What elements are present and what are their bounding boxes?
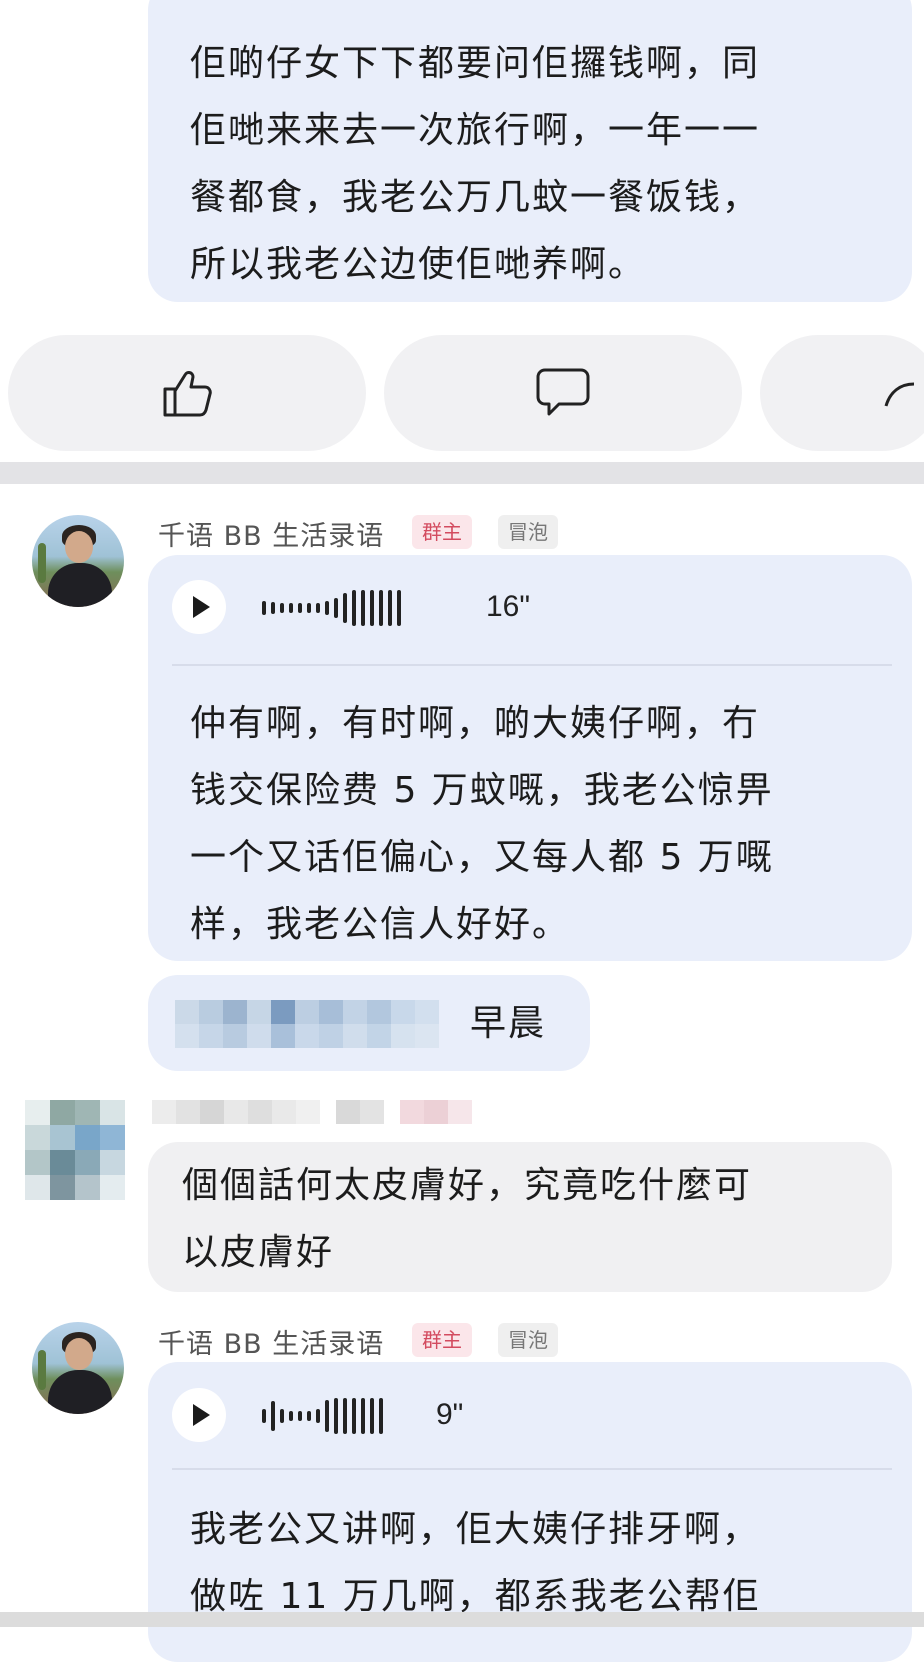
- comment-icon: [536, 368, 590, 416]
- transcript-text: 仲有啊，有时啊，啲大姨仔啊，冇 钱交保险费 5 万蚊嘅，我老公惊畀 一个又话佢偏…: [190, 703, 774, 945]
- play-icon[interactable]: [172, 1388, 226, 1442]
- voice-divider: [172, 664, 892, 666]
- thumbs-up-icon: [163, 371, 212, 417]
- section-separator: [0, 462, 924, 484]
- like-button[interactable]: [8, 335, 366, 451]
- voice-duration: 16": [486, 590, 531, 623]
- voice-waveform: [262, 1396, 383, 1436]
- comment-button[interactable]: [384, 335, 742, 451]
- bubble-badge: 冒泡: [498, 515, 558, 549]
- voice-waveform: [262, 588, 401, 628]
- owner-badge: 群主: [412, 515, 472, 549]
- owner-badge: 群主: [412, 1323, 472, 1357]
- blurred-sender-name: [152, 1100, 472, 1124]
- bottom-edge: [0, 1612, 924, 1627]
- message-text: 個個話何太皮膚好，究竟吃什麼可 以皮膚好: [182, 1165, 753, 1273]
- share-icon: [884, 382, 915, 407]
- voice-divider: [172, 1468, 892, 1470]
- reply-text: 早晨: [470, 1003, 547, 1044]
- blurred-content: [175, 1000, 439, 1024]
- bubble-badge: 冒泡: [498, 1323, 558, 1357]
- sender-name[interactable]: 千语 BB 生活录语: [158, 514, 384, 553]
- avatar[interactable]: [32, 515, 124, 607]
- blurred-content: [175, 1024, 439, 1048]
- avatar[interactable]: [32, 1322, 124, 1414]
- share-button[interactable]: [760, 335, 924, 451]
- play-icon[interactable]: [172, 580, 226, 634]
- voice-duration: 9": [436, 1398, 464, 1431]
- sender-name[interactable]: 千语 BB 生活录语: [158, 1322, 384, 1361]
- message-text: 佢啲仔女下下都要问佢攞钱啊，同 佢哋来来去一次旅行啊，一年一一 餐都食，我老公万…: [190, 43, 761, 285]
- transcript-text: 我老公又讲啊，佢大姨仔排牙啊， 做咗 11 万几啊，都系我老公帮佢: [190, 1509, 761, 1617]
- avatar[interactable]: [25, 1100, 125, 1200]
